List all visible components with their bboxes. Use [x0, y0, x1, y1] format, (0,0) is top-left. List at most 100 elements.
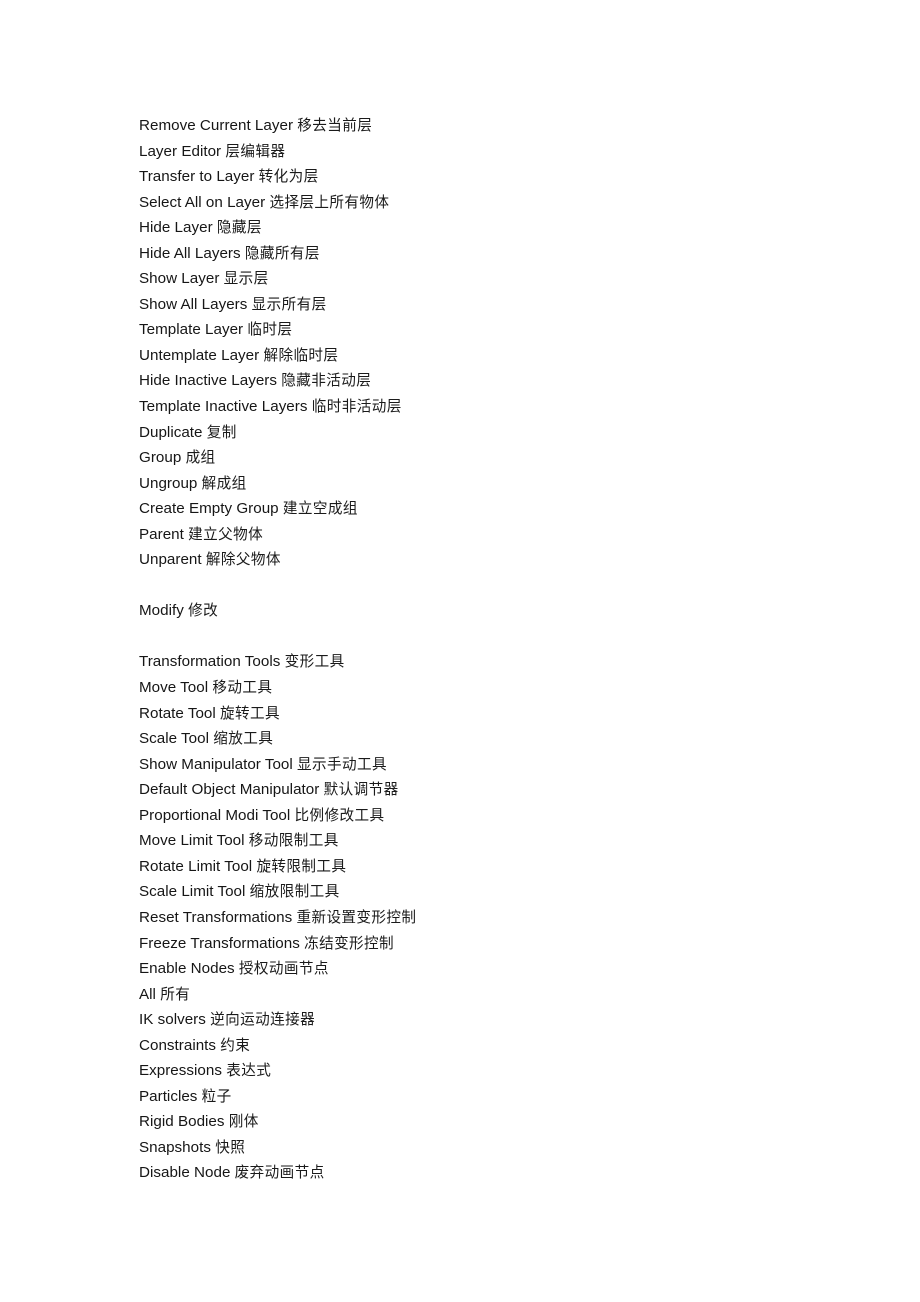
glossary-line: Ungroup 解成组: [139, 471, 819, 497]
term-chinese: 约束: [220, 1036, 251, 1054]
glossary-line: Move Limit Tool 移动限制工具: [139, 828, 819, 854]
term-chinese: 冻结变形控制: [304, 934, 395, 952]
term-chinese: 显示层: [223, 270, 269, 288]
glossary-line: Reset Transformations 重新设置变形控制: [139, 905, 819, 931]
term-english: Show Manipulator Tool: [139, 755, 293, 773]
term-chinese: 解除临时层: [263, 346, 339, 364]
term-english: Disable Node: [139, 1164, 231, 1182]
term-english: Ungroup: [139, 474, 198, 492]
glossary-line: Enable Nodes 授权动画节点: [139, 956, 819, 982]
glossary-line: Create Empty Group 建立空成组: [139, 496, 819, 522]
glossary-line: Disable Node 废弃动画节点: [139, 1160, 819, 1186]
term-chinese: 选择层上所有物体: [269, 193, 390, 211]
glossary-line: Expressions 表达式: [139, 1058, 819, 1084]
term-english: IK solvers: [139, 1011, 206, 1029]
glossary-line: Scale Limit Tool 缩放限制工具: [139, 879, 819, 905]
term-english: Scale Tool: [139, 730, 209, 748]
glossary-line: Transfer to Layer 转化为层: [139, 164, 819, 190]
glossary-line: Default Object Manipulator 默认调节器: [139, 777, 819, 803]
term-english: Parent: [139, 525, 184, 543]
term-chinese: 快照: [215, 1138, 246, 1156]
term-english: Move Tool: [139, 679, 209, 697]
term-english: Hide All Layers: [139, 244, 241, 262]
term-english: Rotate Tool: [139, 704, 216, 722]
term-chinese: 修改: [188, 602, 219, 620]
term-chinese: 重新设置变形控制: [296, 908, 417, 926]
term-chinese: 解成组: [201, 474, 247, 492]
term-english: Show All Layers: [139, 295, 248, 313]
term-english: Constraints: [139, 1036, 217, 1054]
glossary-line-list: Remove Current Layer 移去当前层 Layer Editor 层…: [139, 113, 819, 1186]
term-chinese: 临时层: [247, 321, 293, 339]
glossary-line: All 所有: [139, 982, 819, 1008]
term-chinese: 显示手动工具: [297, 755, 388, 773]
term-english: Modify: [139, 602, 184, 620]
term-english: Untemplate Layer: [139, 346, 260, 364]
term-english: Expressions: [139, 1062, 222, 1080]
term-english: Default Object Manipulator: [139, 781, 320, 799]
glossary-line: Group 成组: [139, 445, 819, 471]
glossary-line: Parent 建立父物体: [139, 522, 819, 548]
term-english: Layer Editor: [139, 142, 222, 160]
term-english: Template Layer: [139, 321, 244, 339]
glossary-line: Duplicate 复制: [139, 420, 819, 446]
term-chinese: 缩放工具: [213, 730, 274, 748]
term-chinese: 隐藏层: [216, 219, 262, 237]
term-chinese: 表达式: [226, 1062, 272, 1080]
term-english: Rigid Bodies: [139, 1113, 225, 1131]
glossary-line: Hide Layer 隐藏层: [139, 215, 819, 241]
glossary-line: Unparent 解除父物体: [139, 547, 819, 573]
term-english: Group: [139, 449, 182, 467]
term-chinese: 成组: [185, 449, 216, 467]
term-chinese: 显示所有层: [251, 295, 327, 313]
term-chinese: 所有: [160, 985, 191, 1003]
glossary-line: Show Manipulator Tool 显示手动工具: [139, 752, 819, 778]
glossary-line: Scale Tool 缩放工具: [139, 726, 819, 752]
term-english: Rotate Limit Tool: [139, 857, 253, 875]
term-chinese: 层编辑器: [225, 142, 286, 160]
term-chinese: 逆向运动连接器: [210, 1011, 316, 1029]
term-english: Unparent: [139, 551, 202, 569]
glossary-line: Particles 粒子: [139, 1084, 819, 1110]
term-chinese: 移动工具: [212, 679, 273, 697]
term-chinese: 比例修改工具: [294, 806, 385, 824]
glossary-line: Rigid Bodies 刚体: [139, 1109, 819, 1135]
glossary-line: Rotate Tool 旋转工具: [139, 701, 819, 727]
glossary-line: Remove Current Layer 移去当前层: [139, 113, 819, 139]
term-chinese: 移去当前层: [297, 117, 373, 134]
term-chinese: 默认调节器: [323, 781, 399, 799]
term-chinese: 解除父物体: [205, 551, 281, 569]
term-chinese: 旋转限制工具: [256, 857, 347, 875]
term-english: Show Layer: [139, 270, 220, 288]
term-chinese: 粒子: [201, 1087, 232, 1105]
glossary-line: IK solvers 逆向运动连接器: [139, 1007, 819, 1033]
glossary-line: Move Tool 移动工具: [139, 675, 819, 701]
term-english: Template Inactive Layers: [139, 398, 308, 416]
glossary-line: Template Inactive Layers 临时非活动层: [139, 394, 819, 420]
term-chinese: 旋转工具: [220, 704, 281, 722]
glossary-line: Modify 修改: [139, 598, 819, 624]
term-english: Move Limit Tool: [139, 832, 245, 850]
term-chinese: 变形工具: [284, 653, 345, 671]
term-english: Enable Nodes: [139, 960, 235, 978]
term-chinese: 废弃动画节点: [234, 1164, 325, 1182]
glossary-line: Template Layer 临时层: [139, 317, 819, 343]
term-chinese: 缩放限制工具: [249, 883, 340, 901]
term-english: Create Empty Group: [139, 500, 279, 518]
term-chinese: 建立空成组: [282, 500, 358, 518]
glossary-line: Layer Editor 层编辑器: [139, 139, 819, 165]
glossary-line: Proportional Modi Tool 比例修改工具: [139, 803, 819, 829]
term-english: Remove Current Layer: [139, 117, 294, 134]
glossary-line: Show All Layers 显示所有层: [139, 292, 819, 318]
glossary-line: Untemplate Layer 解除临时层: [139, 343, 819, 369]
term-english: Transfer to Layer: [139, 168, 255, 186]
term-english: Hide Inactive Layers: [139, 372, 277, 390]
term-english: All: [139, 985, 156, 1003]
glossary-line: Rotate Limit Tool 旋转限制工具: [139, 854, 819, 880]
term-english: Particles: [139, 1087, 198, 1105]
term-english: Transformation Tools: [139, 653, 281, 671]
term-english: Reset Transformations: [139, 908, 293, 926]
term-english: Snapshots: [139, 1138, 211, 1156]
